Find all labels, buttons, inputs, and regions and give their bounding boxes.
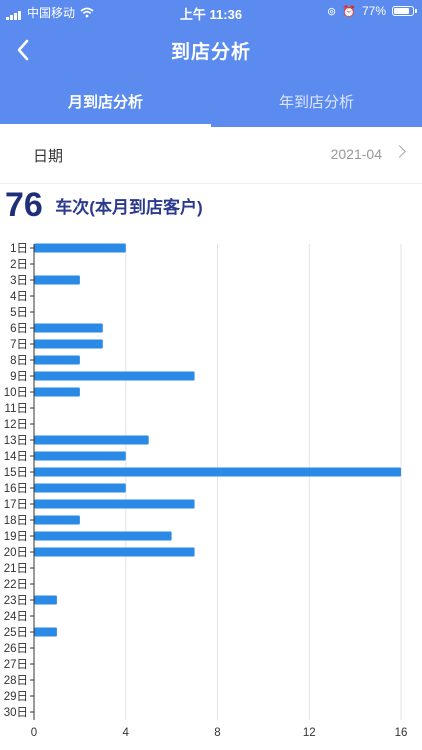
date-picker-row[interactable]: 日期 2021-04 xyxy=(0,127,422,184)
y-tick-label: 2日 xyxy=(10,259,28,271)
visit-count-label: 车次(本月到店客户) xyxy=(55,198,203,217)
bar-16日 xyxy=(34,483,126,493)
y-tick-label: 15日 xyxy=(4,467,28,479)
bar-18日 xyxy=(34,515,80,525)
y-tick-label: 24日 xyxy=(4,611,28,623)
battery-percent: 77% xyxy=(361,4,386,18)
y-tick-label: 30日 xyxy=(4,707,28,719)
battery-icon xyxy=(392,6,417,16)
nav-bar: 到店分析 xyxy=(0,30,422,70)
tab-yearly[interactable]: 年到店分析 xyxy=(211,78,422,127)
y-tick-label: 7日 xyxy=(10,339,28,351)
y-tick-label: 22日 xyxy=(4,579,28,591)
y-tick-label: 8日 xyxy=(10,355,28,367)
page-title: 到店分析 xyxy=(170,42,251,63)
y-tick-label: 6日 xyxy=(10,323,28,335)
daily-visits-chart: 1日 2日 3日 4日 5日 6日 7日 8日 9日 10日 11日 12日 13日 14日 15日 16日 1… xyxy=(4,243,408,739)
bar-3日 xyxy=(34,275,80,285)
y-tick-label: 3日 xyxy=(10,275,28,287)
y-tick-label: 4日 xyxy=(10,291,28,303)
bar-25日 xyxy=(34,627,57,637)
visit-summary: 76 车次(本月到店客户) xyxy=(5,186,203,225)
bar-6日 xyxy=(34,323,103,333)
app-header: 中国移动 上午 11:36 ⊚ ⏰ 77% 到店分析 月到店分析 年到店分析 xyxy=(0,0,422,127)
bar-23日 xyxy=(34,595,57,605)
bar-8日 xyxy=(34,355,80,365)
bar-1日 xyxy=(34,243,126,253)
y-tick-label: 29日 xyxy=(4,691,28,703)
bar-15日 xyxy=(34,467,401,477)
y-tick-label: 13日 xyxy=(4,435,28,447)
y-tick-label: 25日 xyxy=(4,627,28,639)
y-tick-label: 21日 xyxy=(4,563,28,575)
y-tick-label: 19日 xyxy=(4,531,28,543)
bar-17日 xyxy=(34,499,195,509)
date-value: 2021-04 xyxy=(330,146,382,162)
y-tick-label: 26日 xyxy=(4,643,28,655)
status-bar: 中国移动 上午 11:36 ⊚ ⏰ 77% xyxy=(0,0,422,22)
chevron-right-icon xyxy=(393,145,406,158)
y-tick-label: 23日 xyxy=(4,595,28,607)
y-tick-label: 5日 xyxy=(10,307,28,319)
x-tick-label: 12 xyxy=(303,727,316,739)
y-tick-label: 9日 xyxy=(10,371,28,383)
x-tick-label: 0 xyxy=(31,727,37,739)
bar-13日 xyxy=(34,435,149,445)
bar-9日 xyxy=(34,371,195,381)
tab-bar: 月到店分析 年到店分析 xyxy=(0,78,422,127)
alarm-icon: ⏰ xyxy=(342,5,356,18)
bar-10日 xyxy=(34,387,80,397)
y-tick-label: 10日 xyxy=(4,387,28,399)
bar-19日 xyxy=(34,531,172,541)
x-tick-label: 4 xyxy=(123,727,130,739)
visit-count: 76 xyxy=(5,186,43,224)
bar-14日 xyxy=(34,451,126,461)
y-tick-label: 16日 xyxy=(4,483,28,495)
y-tick-label: 17日 xyxy=(4,499,28,511)
lock-rotation-icon: ⊚ xyxy=(327,5,337,18)
y-tick-label: 28日 xyxy=(4,675,28,687)
bar-20日 xyxy=(34,547,195,557)
date-label: 日期 xyxy=(33,148,64,165)
y-tick-label: 14日 xyxy=(4,451,28,463)
y-tick-label: 12日 xyxy=(4,419,28,431)
x-tick-label: 8 xyxy=(214,727,220,739)
bar-7日 xyxy=(34,339,103,349)
x-tick-label: 16 xyxy=(395,727,408,739)
tab-monthly[interactable]: 月到店分析 xyxy=(0,78,211,127)
y-tick-label: 20日 xyxy=(4,547,28,559)
y-tick-label: 11日 xyxy=(5,403,28,415)
y-tick-label: 18日 xyxy=(4,515,28,527)
y-tick-label: 1日 xyxy=(10,243,28,255)
y-tick-label: 27日 xyxy=(4,659,28,671)
